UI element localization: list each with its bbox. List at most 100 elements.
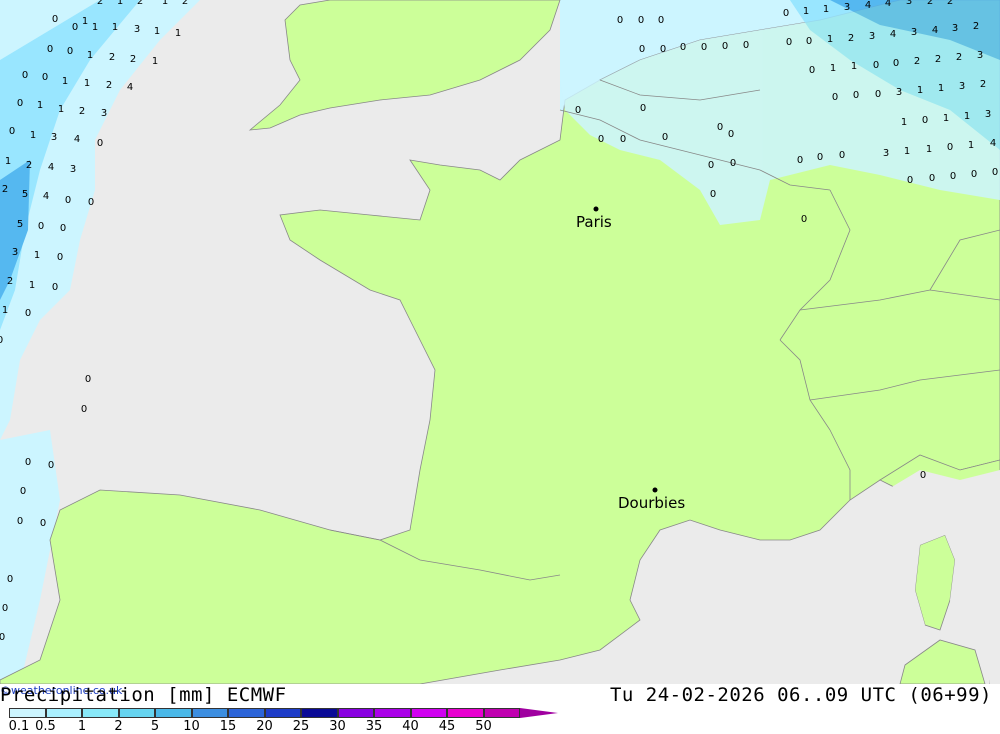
legend-swatch — [45, 708, 82, 718]
precip-value: 2 — [130, 54, 136, 65]
legend-tick-label: 20 — [256, 719, 273, 734]
precip-value: 0 — [853, 90, 859, 101]
precip-value: 2 — [848, 33, 854, 44]
precip-value: 0 — [783, 8, 789, 19]
legend-swatch — [337, 708, 374, 718]
precip-value: 2 — [927, 0, 933, 7]
precip-value: 0 — [950, 171, 956, 182]
precip-value: 0 — [717, 122, 723, 133]
precip-value: 4 — [885, 0, 891, 9]
precip-value: 0 — [47, 44, 53, 55]
legend-tick-label: 50 — [475, 719, 492, 734]
precip-value: 3 — [896, 87, 902, 98]
precip-value: 3 — [70, 164, 76, 175]
precip-value: 0 — [929, 173, 935, 184]
precip-value: 0 — [730, 158, 736, 169]
precip-value: 3 — [51, 132, 57, 143]
precip-value: 0 — [786, 37, 792, 48]
precip-value: 0 — [7, 574, 13, 585]
precip-value: 2 — [935, 54, 941, 65]
legend-tick-label: 40 — [402, 719, 419, 734]
precip-value: 3 — [134, 24, 140, 35]
precip-value: 2 — [973, 21, 979, 32]
precip-value: 1 — [84, 78, 90, 89]
precip-value: 3 — [906, 0, 912, 7]
precip-value: 0 — [2, 603, 8, 614]
legend-tick-label: 0.5 — [35, 719, 56, 734]
precip-value: 0 — [875, 89, 881, 100]
legend-swatch — [118, 708, 155, 718]
precip-value: 2 — [956, 52, 962, 63]
precip-value: 1 — [112, 22, 118, 33]
city-label-dourbies: Dourbies — [618, 494, 685, 512]
legend-tick-label: 35 — [365, 719, 383, 734]
precip-value: 3 — [911, 27, 917, 38]
precip-value: 2 — [182, 0, 188, 7]
precip-value: 0 — [839, 150, 845, 161]
precip-value: 0 — [65, 195, 71, 206]
legend-tick-label: 15 — [219, 719, 237, 734]
precip-value: 0 — [658, 15, 664, 26]
legend-swatch — [374, 708, 411, 718]
precip-value: 0 — [832, 92, 838, 103]
precip-value: 0 — [947, 142, 953, 153]
legend-swatch — [447, 708, 484, 718]
precip-value: 0 — [640, 103, 646, 114]
precip-value: 1 — [938, 83, 944, 94]
precip-value: 0 — [22, 70, 28, 81]
legend-swatch — [483, 708, 520, 718]
precip-value: 0 — [797, 155, 803, 166]
precip-value: 0 — [743, 40, 749, 51]
precip-value: 1 — [943, 113, 949, 124]
precip-value: 2 — [137, 0, 143, 7]
precip-value: 1 — [58, 104, 64, 115]
city-dot — [593, 206, 599, 212]
precip-value: 1 — [2, 305, 8, 316]
precip-value: 1 — [62, 76, 68, 87]
precip-value: 1 — [34, 250, 40, 261]
precip-value: 0 — [638, 15, 644, 26]
precip-value: 1 — [926, 144, 932, 155]
precip-value: 4 — [74, 134, 80, 145]
city-label-paris: Paris — [576, 213, 612, 231]
precip-value: 0 — [680, 42, 686, 53]
precip-value: 2 — [109, 52, 115, 63]
precip-value: 0 — [88, 197, 94, 208]
precip-value: 2 — [980, 79, 986, 90]
legend-swatch — [410, 708, 447, 718]
precip-value: 0 — [40, 518, 46, 529]
legend-tick-label: 25 — [292, 719, 310, 734]
precip-value: 0 — [639, 44, 645, 55]
precip-value: 1 — [37, 100, 43, 111]
precip-value: 0 — [85, 374, 91, 385]
precip-value: 0 — [662, 132, 668, 143]
precip-value: 0 — [873, 60, 879, 71]
precip-value: 0 — [72, 22, 78, 33]
precip-value: 0 — [920, 470, 926, 481]
precip-value: 0 — [992, 167, 998, 178]
precip-value: 1 — [901, 117, 907, 128]
precip-value: 3 — [977, 50, 983, 61]
precip-value: 2 — [7, 276, 13, 287]
legend-arrow-icon — [520, 708, 558, 718]
precip-value: 2 — [2, 184, 8, 195]
legend-tick-label: 30 — [329, 719, 346, 734]
precip-value: 0 — [817, 152, 823, 163]
legend-swatch — [228, 708, 265, 718]
legend-swatch — [155, 708, 192, 718]
precip-value: 2 — [79, 106, 85, 117]
precip-value: 1 — [82, 16, 88, 27]
precip-value: 0 — [17, 516, 23, 527]
precip-value: 1 — [827, 34, 833, 45]
legend-tick-label: 45 — [438, 719, 456, 734]
precip-value: 0 — [701, 42, 707, 53]
precip-value: 1 — [175, 28, 181, 39]
precip-value: 0 — [25, 308, 31, 319]
precip-value: 0 — [38, 221, 44, 232]
precip-value: 0 — [97, 138, 103, 149]
precip-value: 1 — [803, 6, 809, 17]
precip-value: 3 — [985, 109, 991, 120]
precip-value: 0 — [81, 404, 87, 415]
precip-value: 4 — [43, 191, 49, 202]
precip-value: 2 — [26, 160, 32, 171]
